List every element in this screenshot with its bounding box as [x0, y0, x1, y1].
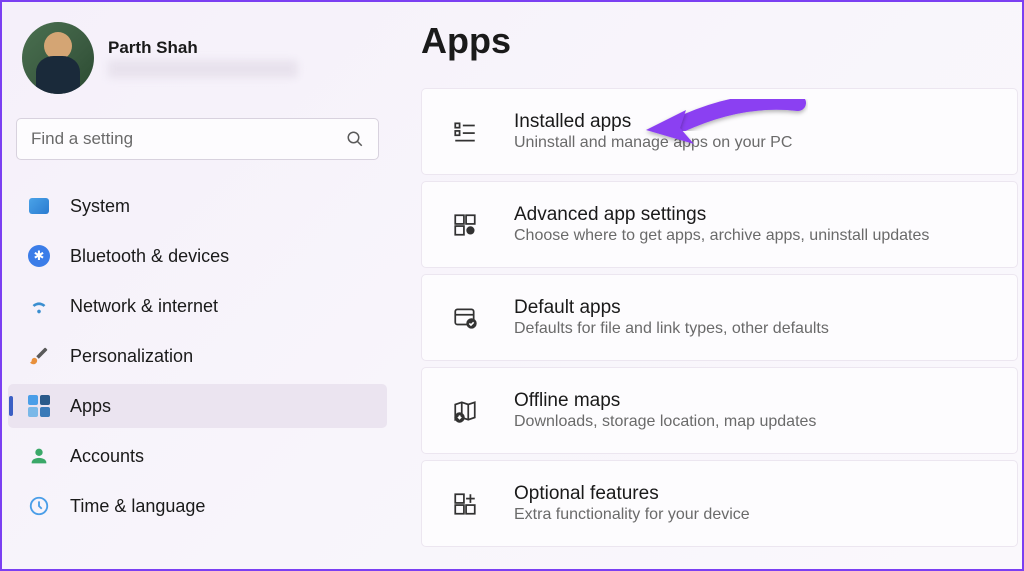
card-title: Installed apps	[514, 111, 987, 133]
profile-section[interactable]: Parth Shah	[2, 12, 397, 112]
wifi-icon	[28, 295, 50, 317]
sidebar-item-label: Bluetooth & devices	[70, 246, 229, 267]
clock-globe-icon	[28, 495, 50, 517]
profile-name: Parth Shah	[108, 38, 298, 58]
card-subtitle: Downloads, storage location, map updates	[514, 413, 987, 431]
card-title: Optional features	[514, 483, 987, 505]
card-advanced-settings[interactable]: Advanced app settings Choose where to ge…	[421, 181, 1018, 268]
sidebar-item-personalization[interactable]: Personalization	[12, 334, 387, 378]
card-title: Default apps	[514, 297, 987, 319]
sidebar-item-label: System	[70, 196, 130, 217]
search-icon	[346, 130, 364, 148]
bluetooth-icon: ✱	[28, 245, 50, 267]
sidebar-item-network[interactable]: Network & internet	[12, 284, 387, 328]
window-check-icon	[452, 305, 478, 331]
card-subtitle: Choose where to get apps, archive apps, …	[514, 227, 987, 245]
card-subtitle: Uninstall and manage apps on your PC	[514, 134, 987, 152]
grid-plus-icon	[452, 491, 478, 517]
brush-icon	[28, 345, 50, 367]
card-title: Advanced app settings	[514, 204, 987, 226]
system-icon	[28, 195, 50, 217]
card-title: Offline maps	[514, 390, 987, 412]
profile-email	[108, 60, 298, 78]
sidebar-item-system[interactable]: System	[12, 184, 387, 228]
card-default-apps[interactable]: Default apps Defaults for file and link …	[421, 274, 1018, 361]
card-offline-maps[interactable]: Offline maps Downloads, storage location…	[421, 367, 1018, 454]
sidebar-item-label: Accounts	[70, 446, 144, 467]
sidebar-item-label: Personalization	[70, 346, 193, 367]
page-title: Apps	[421, 20, 1018, 62]
avatar	[22, 22, 94, 94]
sidebar-item-label: Apps	[70, 396, 111, 417]
main-content: Apps Installed apps Uninstall and manage…	[397, 2, 1022, 569]
card-subtitle: Defaults for file and link types, other …	[514, 320, 987, 338]
card-optional-features[interactable]: Optional features Extra functionality fo…	[421, 460, 1018, 547]
grid-gear-icon	[452, 212, 478, 238]
sidebar-item-bluetooth[interactable]: ✱ Bluetooth & devices	[12, 234, 387, 278]
settings-cards: Installed apps Uninstall and manage apps…	[421, 88, 1018, 547]
sidebar-item-apps[interactable]: Apps	[8, 384, 387, 428]
person-icon	[28, 445, 50, 467]
nav: System ✱ Bluetooth & devices Network & i…	[2, 184, 397, 528]
sidebar-item-accounts[interactable]: Accounts	[12, 434, 387, 478]
sidebar: Parth Shah System ✱ Bluetooth & devices …	[2, 2, 397, 569]
apps-icon	[28, 395, 50, 417]
card-installed-apps[interactable]: Installed apps Uninstall and manage apps…	[421, 88, 1018, 175]
sidebar-item-label: Time & language	[70, 496, 205, 517]
search-box[interactable]	[16, 118, 379, 160]
sidebar-item-time[interactable]: Time & language	[12, 484, 387, 528]
search-input[interactable]	[31, 129, 346, 149]
card-subtitle: Extra functionality for your device	[514, 506, 987, 524]
sidebar-item-label: Network & internet	[70, 296, 218, 317]
list-icon	[452, 119, 478, 145]
map-download-icon	[452, 398, 478, 424]
